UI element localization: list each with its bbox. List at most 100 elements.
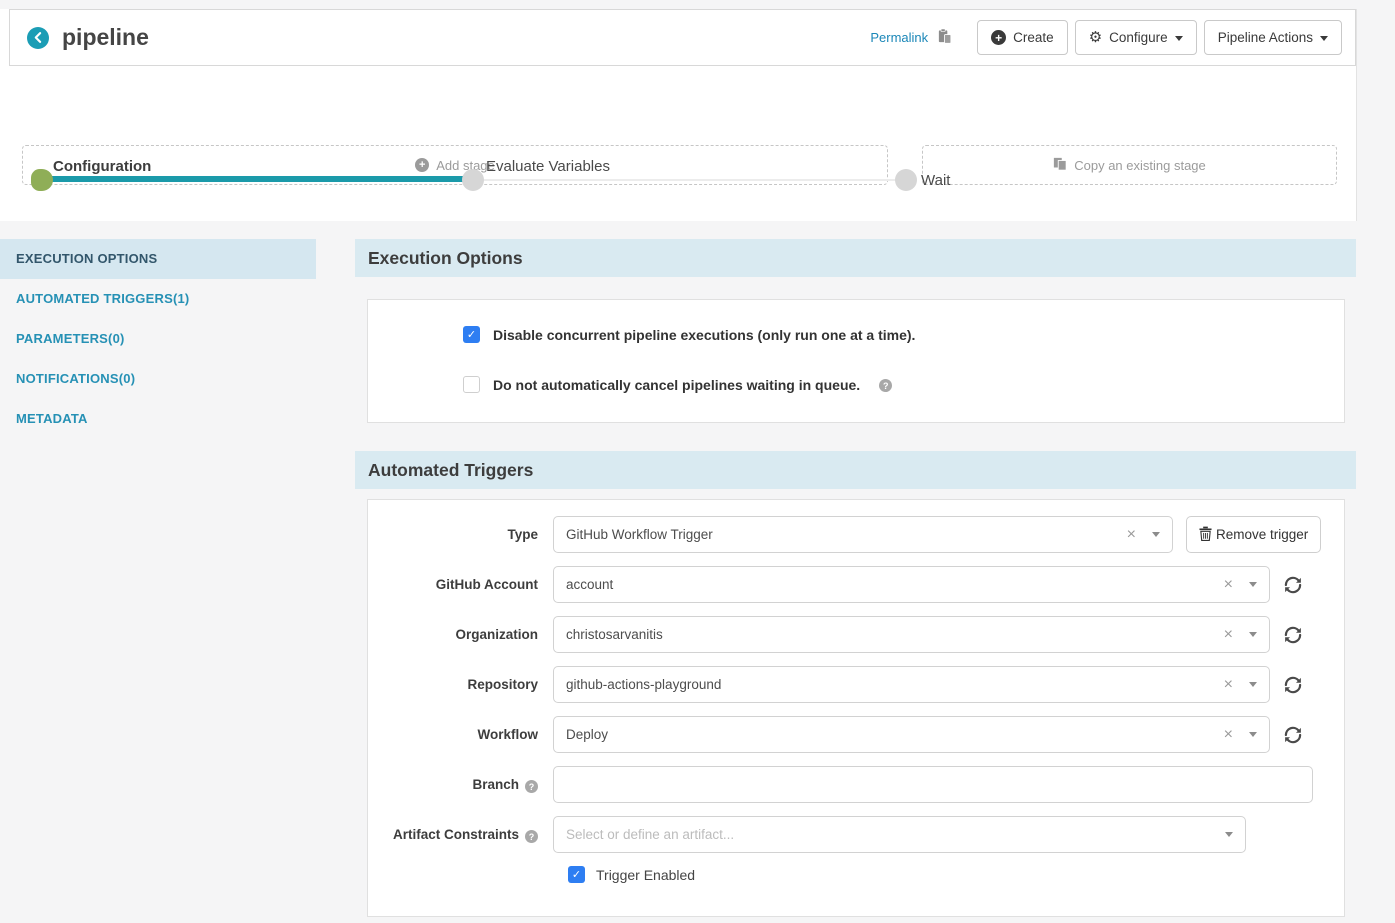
plus-circle-icon: + <box>991 30 1006 45</box>
workflow-row: Workflow Deploy × <box>368 716 1344 753</box>
organization-value: christosarvanitis <box>566 627 1224 642</box>
no-cancel-queue-label: Do not automatically cancel pipelines wa… <box>493 377 860 393</box>
sidebar-item-execution-options[interactable]: EXECUTION OPTIONS <box>0 239 316 279</box>
execution-options-header: Execution Options <box>355 239 1356 277</box>
trigger-type-value: GitHub Workflow Trigger <box>566 527 1127 542</box>
header-actions: Permalink + Create ⚙ Configure Pipeline … <box>870 20 1342 55</box>
configure-button-label: Configure <box>1109 30 1168 45</box>
create-button[interactable]: + Create <box>977 20 1068 55</box>
remove-trigger-label: Remove trigger <box>1216 527 1308 542</box>
configure-button[interactable]: ⚙ Configure <box>1075 20 1197 55</box>
stage-label-evaluate-variables[interactable]: Evaluate Variables <box>486 158 610 175</box>
caret-down-icon <box>1249 632 1257 637</box>
artifact-constraints-placeholder: Select or define an artifact... <box>566 827 1225 842</box>
caret-down-icon <box>1249 582 1257 587</box>
automated-triggers-header: Automated Triggers <box>355 451 1356 489</box>
trigger-type-select[interactable]: GitHub Workflow Trigger × <box>553 516 1173 553</box>
graph-edge-done <box>40 176 473 182</box>
branch-input[interactable] <box>553 766 1313 803</box>
gear-icon: ⚙ <box>1089 30 1102 45</box>
artifact-constraints-label: Artifact Constraints <box>393 827 519 842</box>
stage-node-configuration[interactable] <box>31 169 53 191</box>
help-icon[interactable]: ? <box>525 780 538 793</box>
add-stage-plus-icon: + <box>415 158 429 172</box>
copy-existing-stage-button[interactable]: Copy an existing stage <box>922 145 1337 185</box>
sidebar-item-metadata[interactable]: METADATA <box>0 399 316 439</box>
trigger-type-label: Type <box>368 527 553 542</box>
clear-x-icon[interactable]: × <box>1224 627 1233 643</box>
branch-label: Branch <box>472 777 519 792</box>
stage-label-configuration[interactable]: Configuration <box>53 158 151 175</box>
disable-concurrent-row: ✓ Disable concurrent pipeline executions… <box>463 326 1344 343</box>
caret-down-icon <box>1175 36 1183 41</box>
top-section: pipeline Permalink + Create ⚙ Configure <box>0 9 1357 221</box>
sidebar-item-label: METADATA <box>16 411 88 426</box>
pipeline-actions-button[interactable]: Pipeline Actions <box>1204 20 1342 55</box>
permalink-link[interactable]: Permalink <box>870 30 928 45</box>
caret-down-icon <box>1249 732 1257 737</box>
refresh-icon[interactable] <box>1284 726 1302 744</box>
refresh-icon[interactable] <box>1284 676 1302 694</box>
workflow-label: Workflow <box>368 727 553 742</box>
refresh-icon[interactable] <box>1284 576 1302 594</box>
stage-label-wait[interactable]: Wait <box>921 170 950 192</box>
refresh-icon[interactable] <box>1284 626 1302 644</box>
stage-node-evaluate-variables[interactable] <box>462 169 484 191</box>
disable-concurrent-checkbox[interactable]: ✓ <box>463 326 480 343</box>
config-body: EXECUTION OPTIONS AUTOMATED TRIGGERS(1) … <box>0 239 1395 917</box>
artifact-constraints-row: Artifact Constraints? Select or define a… <box>368 816 1344 853</box>
github-account-select[interactable]: account × <box>553 566 1270 603</box>
branch-row: Branch? <box>368 766 1344 803</box>
caret-down-icon <box>1320 36 1328 41</box>
pipeline-header: pipeline Permalink + Create ⚙ Configure <box>9 9 1356 66</box>
config-main: Execution Options ✓ Disable concurrent p… <box>355 239 1356 917</box>
trigger-enabled-checkbox[interactable]: ✓ <box>568 866 585 883</box>
remove-trigger-button[interactable]: Remove trigger <box>1186 516 1321 553</box>
github-account-row: GitHub Account account × <box>368 566 1344 603</box>
help-icon[interactable]: ? <box>879 379 892 392</box>
repository-value: github-actions-playground <box>566 677 1224 692</box>
github-account-label: GitHub Account <box>368 577 553 592</box>
repository-row: Repository github-actions-playground × <box>368 666 1344 703</box>
copy-stage-label: Copy an existing stage <box>1074 158 1206 173</box>
sidebar-item-label: NOTIFICATIONS(0) <box>16 371 135 386</box>
execution-options-card: ✓ Disable concurrent pipeline executions… <box>367 299 1345 423</box>
repository-label: Repository <box>368 677 553 692</box>
branch-label-wrap: Branch? <box>368 777 553 793</box>
trash-icon <box>1199 526 1212 544</box>
sidebar-item-parameters[interactable]: PARAMETERS(0) <box>0 319 316 359</box>
trigger-enabled-label: Trigger Enabled <box>596 867 695 883</box>
config-sidebar: EXECUTION OPTIONS AUTOMATED TRIGGERS(1) … <box>0 239 316 917</box>
workflow-select[interactable]: Deploy × <box>553 716 1270 753</box>
back-arrow-icon[interactable] <box>27 27 49 49</box>
disable-concurrent-label: Disable concurrent pipeline executions (… <box>493 327 915 343</box>
artifact-constraints-label-wrap: Artifact Constraints? <box>368 827 553 843</box>
artifact-constraints-select[interactable]: Select or define an artifact... <box>553 816 1246 853</box>
workflow-value: Deploy <box>566 727 1224 742</box>
graph-edge-pending <box>473 179 906 181</box>
clear-x-icon[interactable]: × <box>1127 527 1136 543</box>
sidebar-item-label: EXECUTION OPTIONS <box>16 251 157 266</box>
help-icon[interactable]: ? <box>525 830 538 843</box>
automated-triggers-card: Type GitHub Workflow Trigger × <box>367 499 1345 917</box>
create-button-label: Create <box>1013 30 1054 45</box>
stage-node-wait[interactable] <box>895 169 917 191</box>
repository-select[interactable]: github-actions-playground × <box>553 666 1270 703</box>
clear-x-icon[interactable]: × <box>1224 677 1233 693</box>
clear-x-icon[interactable]: × <box>1224 577 1233 593</box>
no-cancel-queue-checkbox[interactable] <box>463 376 480 393</box>
check-icon: ✓ <box>467 328 476 341</box>
clipboard-icon[interactable] <box>937 28 952 49</box>
page-title: pipeline <box>62 24 149 51</box>
check-icon: ✓ <box>572 868 581 881</box>
trigger-enabled-row: ✓ Trigger Enabled <box>568 866 1344 883</box>
organization-row: Organization christosarvanitis × <box>368 616 1344 653</box>
organization-select[interactable]: christosarvanitis × <box>553 616 1270 653</box>
copy-stage-icon <box>1053 157 1067 174</box>
sidebar-item-label: AUTOMATED TRIGGERS(1) <box>16 291 189 306</box>
sidebar-item-notifications[interactable]: NOTIFICATIONS(0) <box>0 359 316 399</box>
stage-graph: Configuration Evaluate Variables Wait <box>0 66 1356 145</box>
sidebar-item-automated-triggers[interactable]: AUTOMATED TRIGGERS(1) <box>0 279 316 319</box>
clear-x-icon[interactable]: × <box>1224 727 1233 743</box>
pipeline-actions-label: Pipeline Actions <box>1218 30 1313 45</box>
